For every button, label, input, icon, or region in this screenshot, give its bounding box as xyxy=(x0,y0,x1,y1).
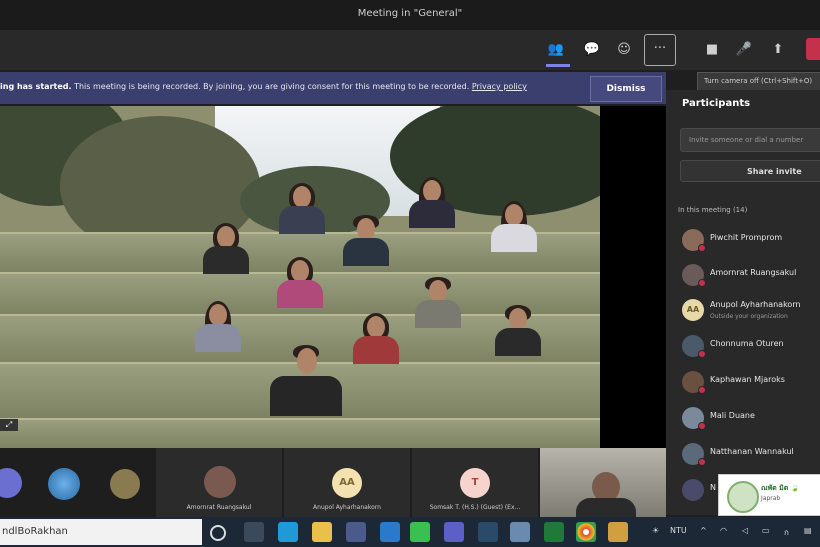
presence-dot xyxy=(698,279,706,287)
leave-button[interactable] xyxy=(806,38,820,60)
notifications-icon[interactable]: ▤ xyxy=(804,526,812,535)
meeting-toolbar: 👥 💬 ☺ ··· ■ 🎤 ⬆ xyxy=(0,30,820,70)
presence-dot xyxy=(698,422,706,430)
participant-seat xyxy=(274,183,330,234)
app-icon[interactable] xyxy=(510,522,530,542)
participant-seat xyxy=(410,277,466,328)
avatar xyxy=(0,468,22,498)
invite-input[interactable]: Invite someone or dial a number xyxy=(680,128,820,152)
participant-seat xyxy=(198,223,254,274)
video-tile[interactable] xyxy=(30,448,100,517)
participant-row[interactable]: Piwchit Promprom xyxy=(682,226,820,254)
participants-icon[interactable]: 👥 xyxy=(546,40,566,60)
chat-icon[interactable]: 💬 xyxy=(582,40,602,60)
battery-icon[interactable]: ▭ xyxy=(762,526,770,535)
reactions-icon[interactable]: ☺ xyxy=(614,40,634,60)
stage-step-5 xyxy=(0,418,600,448)
participant-row[interactable]: Mali Duane xyxy=(682,404,820,432)
banner-message: ing has started. This meeting is being r… xyxy=(0,82,527,91)
avatar: AA xyxy=(332,468,362,498)
self-body xyxy=(576,498,636,517)
participants-panel: Participants Invite someone or dial a nu… xyxy=(666,90,820,515)
participants-active-indicator xyxy=(546,64,570,67)
avatar: T xyxy=(460,468,490,498)
taskbar-search[interactable]: ndlBoRakhan xyxy=(0,519,202,545)
more-icon[interactable]: ··· xyxy=(644,34,676,66)
video-tile[interactable]: T Somsak T. (H.S.) (Guest) (Ex... xyxy=(412,448,538,517)
teams-icon[interactable] xyxy=(444,522,464,542)
presence-dot xyxy=(698,350,706,358)
participant-seat xyxy=(486,201,542,252)
participant-row[interactable]: Natthanan Wannakul xyxy=(682,440,820,468)
video-strip: Amornrat Ruangsakul AA Anupol Ayharhanak… xyxy=(0,448,666,517)
file-explorer-icon[interactable] xyxy=(312,522,332,542)
participant-seat xyxy=(490,305,546,356)
video-tile[interactable] xyxy=(100,448,156,517)
store-icon[interactable] xyxy=(346,522,366,542)
avatar xyxy=(110,469,140,499)
language-icon[interactable]: ก xyxy=(784,526,789,539)
windows-taskbar: ndlBoRakhan ☀ NTU ^ ◠ ◁ ▭ ก ▤ xyxy=(0,517,820,547)
terminal-icon[interactable] xyxy=(478,522,498,542)
share-tray-icon[interactable]: ⬆ xyxy=(768,40,788,60)
in-meeting-section-header[interactable]: In this meeting (14) xyxy=(678,206,747,214)
dismiss-button[interactable]: Dismiss xyxy=(590,76,662,102)
video-tile[interactable]: Amornrat Ruangsakul xyxy=(156,448,282,517)
edge-icon[interactable] xyxy=(278,522,298,542)
sticky-notes-icon[interactable] xyxy=(608,522,628,542)
window-title: Meeting in "General" xyxy=(357,8,463,19)
participant-row[interactable]: Chonnuma Oturen xyxy=(682,332,820,360)
together-mode-stage xyxy=(0,106,600,448)
share-invite-button[interactable]: Share invite xyxy=(680,160,820,182)
expand-icon[interactable]: ⤢ xyxy=(0,419,18,431)
self-video-tile[interactable] xyxy=(540,448,666,517)
app-logo-icon xyxy=(727,481,759,513)
privacy-policy-link[interactable]: Privacy policy xyxy=(472,82,527,91)
notification-title: ณพัต มิต 🍃 xyxy=(761,484,800,492)
cortana-icon[interactable] xyxy=(210,525,226,541)
recording-banner: ing has started. This meeting is being r… xyxy=(0,72,666,104)
participant-seat xyxy=(348,313,404,364)
presence-dot xyxy=(698,386,706,394)
participant-row[interactable]: Amornrat Ruangsakul xyxy=(682,261,820,289)
mail-icon[interactable] xyxy=(380,522,400,542)
tile-label: Somsak T. (H.S.) (Guest) (Ex... xyxy=(429,504,521,511)
avatar: AA xyxy=(682,299,704,321)
window-titlebar: Meeting in "General" xyxy=(0,0,820,30)
task-view-icon[interactable] xyxy=(244,522,264,542)
video-tile[interactable]: AA Anupol Ayharhanakorn xyxy=(284,448,410,517)
banner-text: This meeting is being recorded. By joini… xyxy=(74,82,470,91)
participant-seat xyxy=(338,215,394,266)
line-icon[interactable] xyxy=(410,522,430,542)
camera-icon[interactable]: ■ xyxy=(702,40,722,60)
tray-time: NTU xyxy=(670,526,687,535)
presence-dot xyxy=(698,458,706,466)
avatar xyxy=(204,466,236,498)
participant-seat xyxy=(404,177,460,228)
participants-title: Participants xyxy=(682,98,751,109)
stage-gutter xyxy=(600,106,666,448)
participant-row[interactable]: AA Anupol Ayharhanakorn Outside your organ… xyxy=(682,296,820,324)
notification-subtitle: Japrab xyxy=(761,495,781,502)
banner-bold: ing has started. xyxy=(0,82,72,91)
notification-toast[interactable]: ณพัต มิต 🍃 Japrab xyxy=(718,474,820,516)
tile-label: Amornrat Ruangsakul xyxy=(186,504,252,511)
participant-seat xyxy=(268,345,344,416)
speaker-icon[interactable]: ◁ xyxy=(742,526,748,535)
chevron-up-icon[interactable]: ^ xyxy=(700,526,707,535)
tile-label: Anupol Ayharhanakorn xyxy=(313,504,381,511)
avatar xyxy=(48,468,80,500)
participant-seat xyxy=(190,301,246,352)
weather-icon[interactable]: ☀ xyxy=(652,526,659,535)
chrome-icon[interactable] xyxy=(576,522,596,542)
video-tile[interactable] xyxy=(0,448,30,517)
wifi-icon[interactable]: ◠ xyxy=(720,526,727,535)
participant-row[interactable]: Kaphawan Mjaroks xyxy=(682,368,820,396)
avatar xyxy=(682,479,704,501)
mic-off-icon[interactable]: 🎤 xyxy=(734,40,754,60)
participant-seat xyxy=(272,257,328,308)
camera-tooltip: Turn camera off (Ctrl+Shift+O) xyxy=(697,72,820,91)
presence-dot xyxy=(698,244,706,252)
excel-icon[interactable] xyxy=(544,522,564,542)
